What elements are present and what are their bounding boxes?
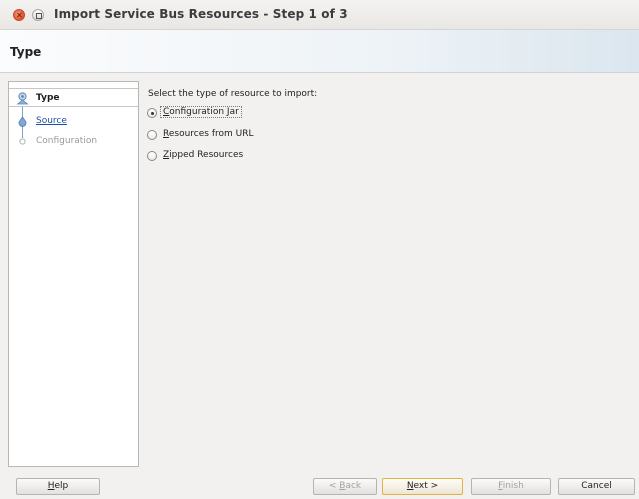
nav-step-configuration: Configuration — [9, 132, 138, 151]
nav-step-source-label[interactable]: Source — [36, 116, 67, 126]
window-close-icon[interactable] — [13, 9, 25, 21]
step-title: Type — [10, 45, 42, 59]
current-step-icon — [16, 92, 29, 105]
window-maximize-icon[interactable] — [32, 9, 44, 21]
visited-step-icon — [18, 116, 27, 127]
window-titlebar[interactable]: Import Service Bus Resources - Step 1 of… — [0, 0, 639, 30]
radio-configuration-jar-button[interactable] — [147, 108, 157, 118]
wizard-step-nav: Type Source Configuration — [8, 81, 139, 467]
radio-configuration-jar-label: Configuration Jar — [160, 106, 242, 118]
step-header: Type — [0, 30, 639, 73]
finish-button[interactable]: Finish — [471, 478, 551, 495]
radio-zipped-resources-button[interactable] — [147, 151, 157, 161]
back-button[interactable]: < Back — [313, 478, 377, 495]
nav-step-source[interactable]: Source — [9, 112, 138, 131]
nav-step-configuration-label: Configuration — [36, 136, 98, 146]
radio-resources-from-url-button[interactable] — [147, 130, 157, 140]
pending-step-icon — [19, 138, 26, 145]
radio-resources-from-url-label: Resources from URL — [163, 129, 254, 139]
resource-type-prompt: Select the type of resource to import: — [148, 89, 318, 99]
help-button[interactable]: Help — [16, 478, 100, 495]
radio-zipped-resources-label: Zipped Resources — [163, 150, 244, 160]
nav-step-type-label: Type — [36, 93, 60, 103]
window-title: Import Service Bus Resources - Step 1 of… — [54, 7, 348, 21]
nav-step-type[interactable]: Type — [9, 88, 138, 107]
cancel-button[interactable]: Cancel — [558, 478, 635, 495]
next-button[interactable]: Next > — [382, 478, 463, 495]
